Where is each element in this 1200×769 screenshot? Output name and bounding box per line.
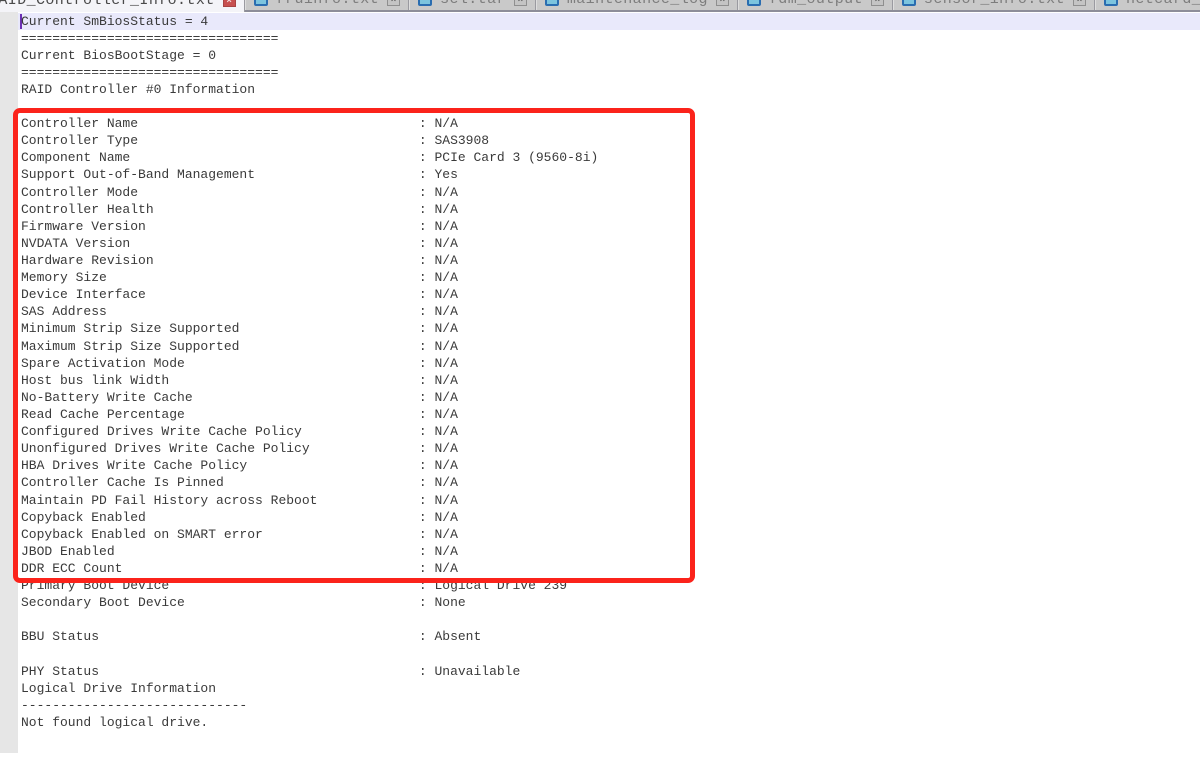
code-line: PHY Status : Unavailable — [21, 663, 598, 680]
close-tab-icon[interactable]: × — [514, 0, 527, 6]
code-line: Hardware Revision : N/A — [21, 252, 598, 269]
close-tab-icon[interactable]: × — [716, 0, 729, 6]
code-line: Copyback Enabled : N/A — [21, 509, 598, 526]
code-line: Current SmBiosStatus = 4 — [21, 13, 598, 30]
tab-label: netcard_ — [1126, 0, 1200, 8]
code-line: ================================= — [21, 30, 598, 47]
code-line: Memory Size : N/A — [21, 269, 598, 286]
code-line: Primary Boot Device : Logical Drive 239 — [21, 577, 598, 594]
file-saved-icon — [1104, 0, 1118, 6]
code-line: Controller Health : N/A — [21, 201, 598, 218]
code-line: SAS Address : N/A — [21, 303, 598, 320]
file-saved-icon — [418, 0, 432, 6]
code-line: HBA Drives Write Cache Policy : N/A — [21, 457, 598, 474]
code-line: Host bus link Width : N/A — [21, 372, 598, 389]
code-line: Component Name : PCIe Card 3 (9560-8i) — [21, 149, 598, 166]
code-line: No-Battery Write Cache : N/A — [21, 389, 598, 406]
code-line: Not found logical drive. — [21, 714, 598, 731]
code-line: RAID Controller #0 Information — [21, 81, 598, 98]
code-line — [21, 646, 598, 663]
code-line — [21, 611, 598, 628]
tab-label: maintenance_log — [567, 0, 708, 8]
code-line: BBU Status : Absent — [21, 628, 598, 645]
file-saved-icon — [254, 0, 268, 6]
code-line: DDR ECC Count : N/A — [21, 560, 598, 577]
code-line: ----------------------------- — [21, 697, 598, 714]
tab-label: sel.tar — [440, 0, 506, 8]
code-line: Spare Activation Mode : N/A — [21, 355, 598, 372]
tab-label: fdm_output — [769, 0, 863, 8]
code-line: NVDATA Version : N/A — [21, 235, 598, 252]
tab-label: RAID_Controller_Info.txt — [0, 0, 215, 9]
close-tab-icon[interactable]: × — [223, 0, 236, 7]
code-line: Secondary Boot Device : None — [21, 594, 598, 611]
code-line: Support Out-of-Band Management : Yes — [21, 166, 598, 183]
code-line — [21, 98, 598, 115]
code-line: Logical Drive Information — [21, 680, 598, 697]
code-line: Configured Drives Write Cache Policy : N… — [21, 423, 598, 440]
code-line: JBOD Enabled : N/A — [21, 543, 598, 560]
text-editor-window: RAID_Controller_Info.txt × fruinfo.txt × sel… — [0, 0, 1200, 769]
close-tab-icon[interactable]: × — [871, 0, 884, 6]
code-line: Controller Name : N/A — [21, 115, 598, 132]
editor-area[interactable]: Current SmBiosStatus = 4================… — [0, 12, 1200, 769]
code-line: Unonfigured Drives Write Cache Policy : … — [21, 440, 598, 457]
code-line: Device Interface : N/A — [21, 286, 598, 303]
close-tab-icon[interactable]: × — [1073, 0, 1086, 6]
tab-raid-controller-info-txt[interactable]: RAID_Controller_Info.txt × — [0, 0, 245, 12]
code-line: Controller Cache Is Pinned : N/A — [21, 474, 598, 491]
code-line: Controller Mode : N/A — [21, 184, 598, 201]
file-saved-icon — [747, 0, 761, 6]
code-line: ================================= — [21, 64, 598, 81]
tab-bar: RAID_Controller_Info.txt × fruinfo.txt × sel… — [0, 0, 1200, 12]
code-line: Controller Type : SAS3908 — [21, 132, 598, 149]
file-saved-icon — [545, 0, 559, 6]
code-line: Minimum Strip Size Supported : N/A — [21, 320, 598, 337]
code-line: Maintain PD Fail History across Reboot :… — [21, 492, 598, 509]
code-line: Maximum Strip Size Supported : N/A — [21, 338, 598, 355]
code-line: Firmware Version : N/A — [21, 218, 598, 235]
bookmark-gutter — [0, 12, 18, 753]
tab-label: sensor_info.txt — [924, 0, 1065, 8]
close-tab-icon[interactable]: × — [387, 0, 400, 6]
file-saved-icon — [902, 0, 916, 6]
code-line: Read Cache Percentage : N/A — [21, 406, 598, 423]
tab-label: fruinfo.txt — [276, 0, 379, 8]
code-line: Copyback Enabled on SMART error : N/A — [21, 526, 598, 543]
code-line: Current BiosBootStage = 0 — [21, 47, 598, 64]
document-text: Current SmBiosStatus = 4================… — [21, 13, 598, 732]
